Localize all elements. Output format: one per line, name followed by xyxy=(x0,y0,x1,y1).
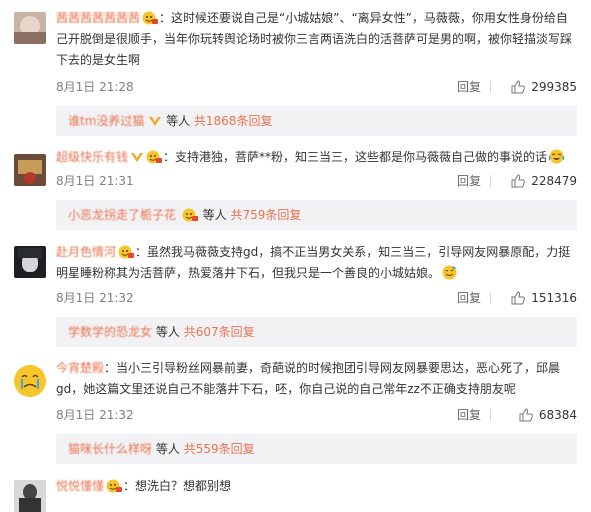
comment-username[interactable]: 悦悦懂懂 xyxy=(56,479,104,493)
vip-crown-icon xyxy=(148,108,162,138)
comment-username[interactable]: 茜茜茜茜茜茜茜 xyxy=(56,11,140,25)
comment-text: ：支持港独，菩萨**粉，知三当三，这些都是你马薇薇自己做的事说的话 xyxy=(163,150,548,164)
member-badge-icon xyxy=(181,203,198,222)
avatar[interactable] xyxy=(14,365,46,397)
replies-summary[interactable]: 学数学的恐龙女 等人 共607条回复 xyxy=(56,317,577,347)
avatar[interactable] xyxy=(14,12,46,44)
divider xyxy=(490,81,491,93)
thumbs-up-icon xyxy=(511,80,526,94)
member-badge-icon xyxy=(117,244,135,259)
reply-button[interactable]: 回复 xyxy=(457,289,481,307)
avatar[interactable] xyxy=(14,154,46,186)
thumbs-up-icon xyxy=(511,291,526,305)
like-button[interactable]: 68384 xyxy=(519,406,577,424)
member-badge-icon xyxy=(141,10,159,25)
replies-summary[interactable]: 谁tm没养过猫 等人 共1868条回复 xyxy=(56,106,577,136)
like-count: 151316 xyxy=(531,291,577,305)
reply-user[interactable]: 谁tm没养过猫 xyxy=(68,114,144,128)
comment-text: ：想洗白？想都别想 xyxy=(123,479,232,493)
more-replies-link[interactable]: 共559条回复 xyxy=(184,442,255,456)
avatar[interactable] xyxy=(14,480,46,512)
more-replies-link[interactable]: 共607条回复 xyxy=(184,325,255,339)
comment-time: 8月1日 21:32 xyxy=(56,408,134,422)
comment-username[interactable]: 赴月色情河 xyxy=(56,245,116,259)
divider xyxy=(490,175,491,187)
reply-user[interactable]: 学数学的恐龙女 xyxy=(68,325,152,339)
member-badge-icon xyxy=(145,149,163,164)
like-count: 68384 xyxy=(538,408,577,422)
like-button[interactable]: 228479 xyxy=(511,172,577,190)
member-badge-icon xyxy=(105,478,123,493)
like-count: 228479 xyxy=(531,174,577,188)
crying-laugh-emoji-icon xyxy=(548,149,565,164)
reply-mid-text: 等人 xyxy=(166,114,191,128)
smile-emoji-icon xyxy=(441,265,458,280)
reply-user[interactable]: 猫咪长什么样呀 xyxy=(68,442,152,456)
reply-mid-text: 等人 xyxy=(202,208,227,222)
comment-time: 8月1日 21:31 xyxy=(56,174,134,188)
reply-user[interactable]: 小恶龙拐走了栀子花 xyxy=(68,208,176,222)
replies-summary[interactable]: 小恶龙拐走了栀子花 等人 共759条回复 xyxy=(56,200,577,230)
reply-button[interactable]: 回复 xyxy=(457,406,481,424)
comment-username[interactable]: 超级快乐有钱 xyxy=(56,150,128,164)
thumbs-up-icon xyxy=(519,408,533,422)
more-replies-link[interactable]: 共1868条回复 xyxy=(194,114,273,128)
like-button[interactable]: 151316 xyxy=(511,289,577,307)
divider xyxy=(490,409,491,421)
reply-button[interactable]: 回复 xyxy=(457,78,481,96)
divider xyxy=(490,292,491,304)
comment-username[interactable]: 今宵楚殿 xyxy=(56,361,104,375)
vip-crown-icon xyxy=(130,149,144,170)
avatar[interactable] xyxy=(14,246,46,278)
reply-mid-text: 等人 xyxy=(155,325,180,339)
like-button[interactable]: 299385 xyxy=(511,78,577,96)
replies-summary[interactable]: 猫咪长什么样呀 等人 共559条回复 xyxy=(56,434,577,464)
more-replies-link[interactable]: 共759条回复 xyxy=(231,208,302,222)
like-count: 299385 xyxy=(531,80,577,94)
reply-mid-text: 等人 xyxy=(155,442,180,456)
reply-button[interactable]: 回复 xyxy=(457,172,481,190)
comment-time: 8月1日 21:32 xyxy=(56,291,134,305)
comment-time: 8月1日 21:28 xyxy=(56,80,134,94)
thumbs-up-icon xyxy=(511,174,526,188)
comment-text: ：当小三引导粉丝网暴前妻，奇葩说的时候抱团引导网友网暴要思达，恶心死了，邱晨gd… xyxy=(56,361,561,396)
